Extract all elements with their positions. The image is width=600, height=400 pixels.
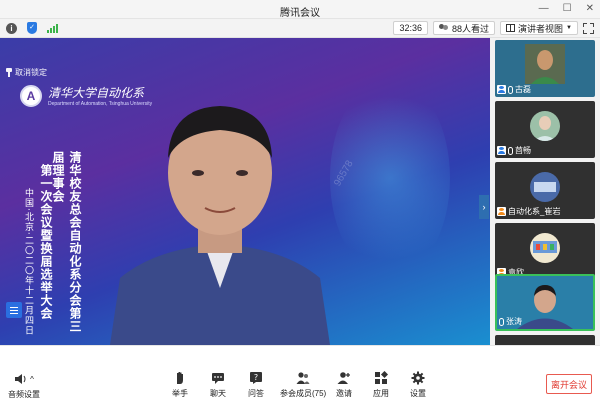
chat-icon [212, 373, 224, 384]
participant-tile[interactable]: 袁欣 [495, 223, 595, 280]
seal-icon: A [20, 84, 42, 107]
layout-icon [506, 24, 516, 32]
participant-tile-active[interactable]: 张涛 [495, 274, 595, 331]
view-mode-dropdown[interactable]: 演讲者视图 ▼ [500, 21, 578, 35]
raise-hand-button[interactable]: 举手 [172, 371, 188, 399]
apps-icon [375, 371, 388, 384]
info-icon[interactable]: i [6, 22, 17, 34]
participant-name: 自动化系_崔岩 [508, 207, 561, 216]
mic-icon [499, 317, 504, 326]
svg-text:?: ? [254, 373, 258, 382]
unpin-button[interactable]: 取消锁定 [6, 67, 47, 78]
user-icon [497, 146, 506, 155]
qa-button[interactable]: ? 问答 [248, 371, 264, 399]
mic-icon [508, 85, 513, 94]
people-icon [439, 24, 449, 32]
bottom-toolbar: ^ 音频设置 举手 聊天 ? 问答 参会成员(75) 邀请 应用 设置 离开会议 [0, 345, 600, 400]
participant-tile[interactable]: 自动化系_崔岩 [495, 162, 595, 219]
apps-button[interactable]: 应用 [373, 371, 389, 399]
slide-date: 中国·北京·二〇二〇年十二月四日 [23, 188, 33, 336]
chat-button[interactable]: 聊天 [210, 371, 226, 399]
fullscreen-icon[interactable] [583, 22, 594, 34]
title-bar: 腾讯会议 — ☐ ✕ [0, 0, 600, 19]
participant-tile[interactable]: 古磊 [495, 40, 595, 97]
chevron-down-icon: ▼ [566, 25, 572, 31]
audio-settings-button[interactable]: ^ 音频设置 [8, 372, 40, 400]
viewers-button[interactable]: 88人看过 [433, 21, 496, 35]
slide-title-col1: 清华校友总会自动化系分会第三届理事会 [51, 151, 82, 333]
maximize-icon[interactable]: ☐ [563, 3, 572, 15]
members-button[interactable]: 参会成员(75) [280, 371, 326, 399]
leave-meeting-button[interactable]: 离开会议 [546, 374, 592, 394]
user-icon [497, 207, 506, 216]
shield-icon[interactable]: ✓ [27, 22, 37, 34]
hand-icon [177, 372, 183, 384]
speaker-figure [110, 106, 330, 345]
signal-icon[interactable] [47, 23, 58, 33]
question-icon: ? [250, 372, 262, 384]
slide-title-col2: 第一次会议暨换届选举大会 [39, 164, 53, 320]
chevron-up-icon[interactable]: ^ [30, 375, 34, 384]
main-video[interactable]: 取消锁定 A 清华大学自动化系 Department of Automation… [0, 38, 490, 345]
menu-icon[interactable] [6, 302, 22, 318]
participant-name: 茴畅 [515, 146, 531, 155]
window-title: 腾讯会议 [280, 8, 320, 19]
close-icon[interactable]: ✕ [586, 3, 594, 15]
participant-panel: 古磊 茴畅 自动化系_崔岩 袁欣 张涛 [490, 38, 600, 345]
participant-name: 张涛 [506, 317, 522, 326]
gear-icon [411, 371, 425, 385]
minimize-icon[interactable]: — [539, 3, 549, 15]
meeting-info-bar: i ✓ 32:36 88人看过 演讲者视图 ▼ [0, 19, 600, 38]
add-user-icon [337, 372, 350, 384]
participant-name: 古磊 [515, 85, 531, 94]
window-controls: — ☐ ✕ [539, 3, 594, 15]
meeting-timer: 32:36 [393, 21, 429, 35]
participant-tile[interactable]: 茴畅 [495, 101, 595, 158]
pin-icon [6, 68, 12, 77]
invite-button[interactable]: 邀请 [336, 371, 352, 399]
speaker-icon [15, 374, 26, 384]
members-icon [296, 372, 310, 384]
mic-icon [508, 146, 513, 155]
user-icon [497, 85, 506, 94]
participant-tile-partial[interactable] [495, 335, 595, 345]
settings-button[interactable]: 设置 [410, 371, 426, 399]
collapse-panel-button[interactable]: › [479, 195, 489, 219]
